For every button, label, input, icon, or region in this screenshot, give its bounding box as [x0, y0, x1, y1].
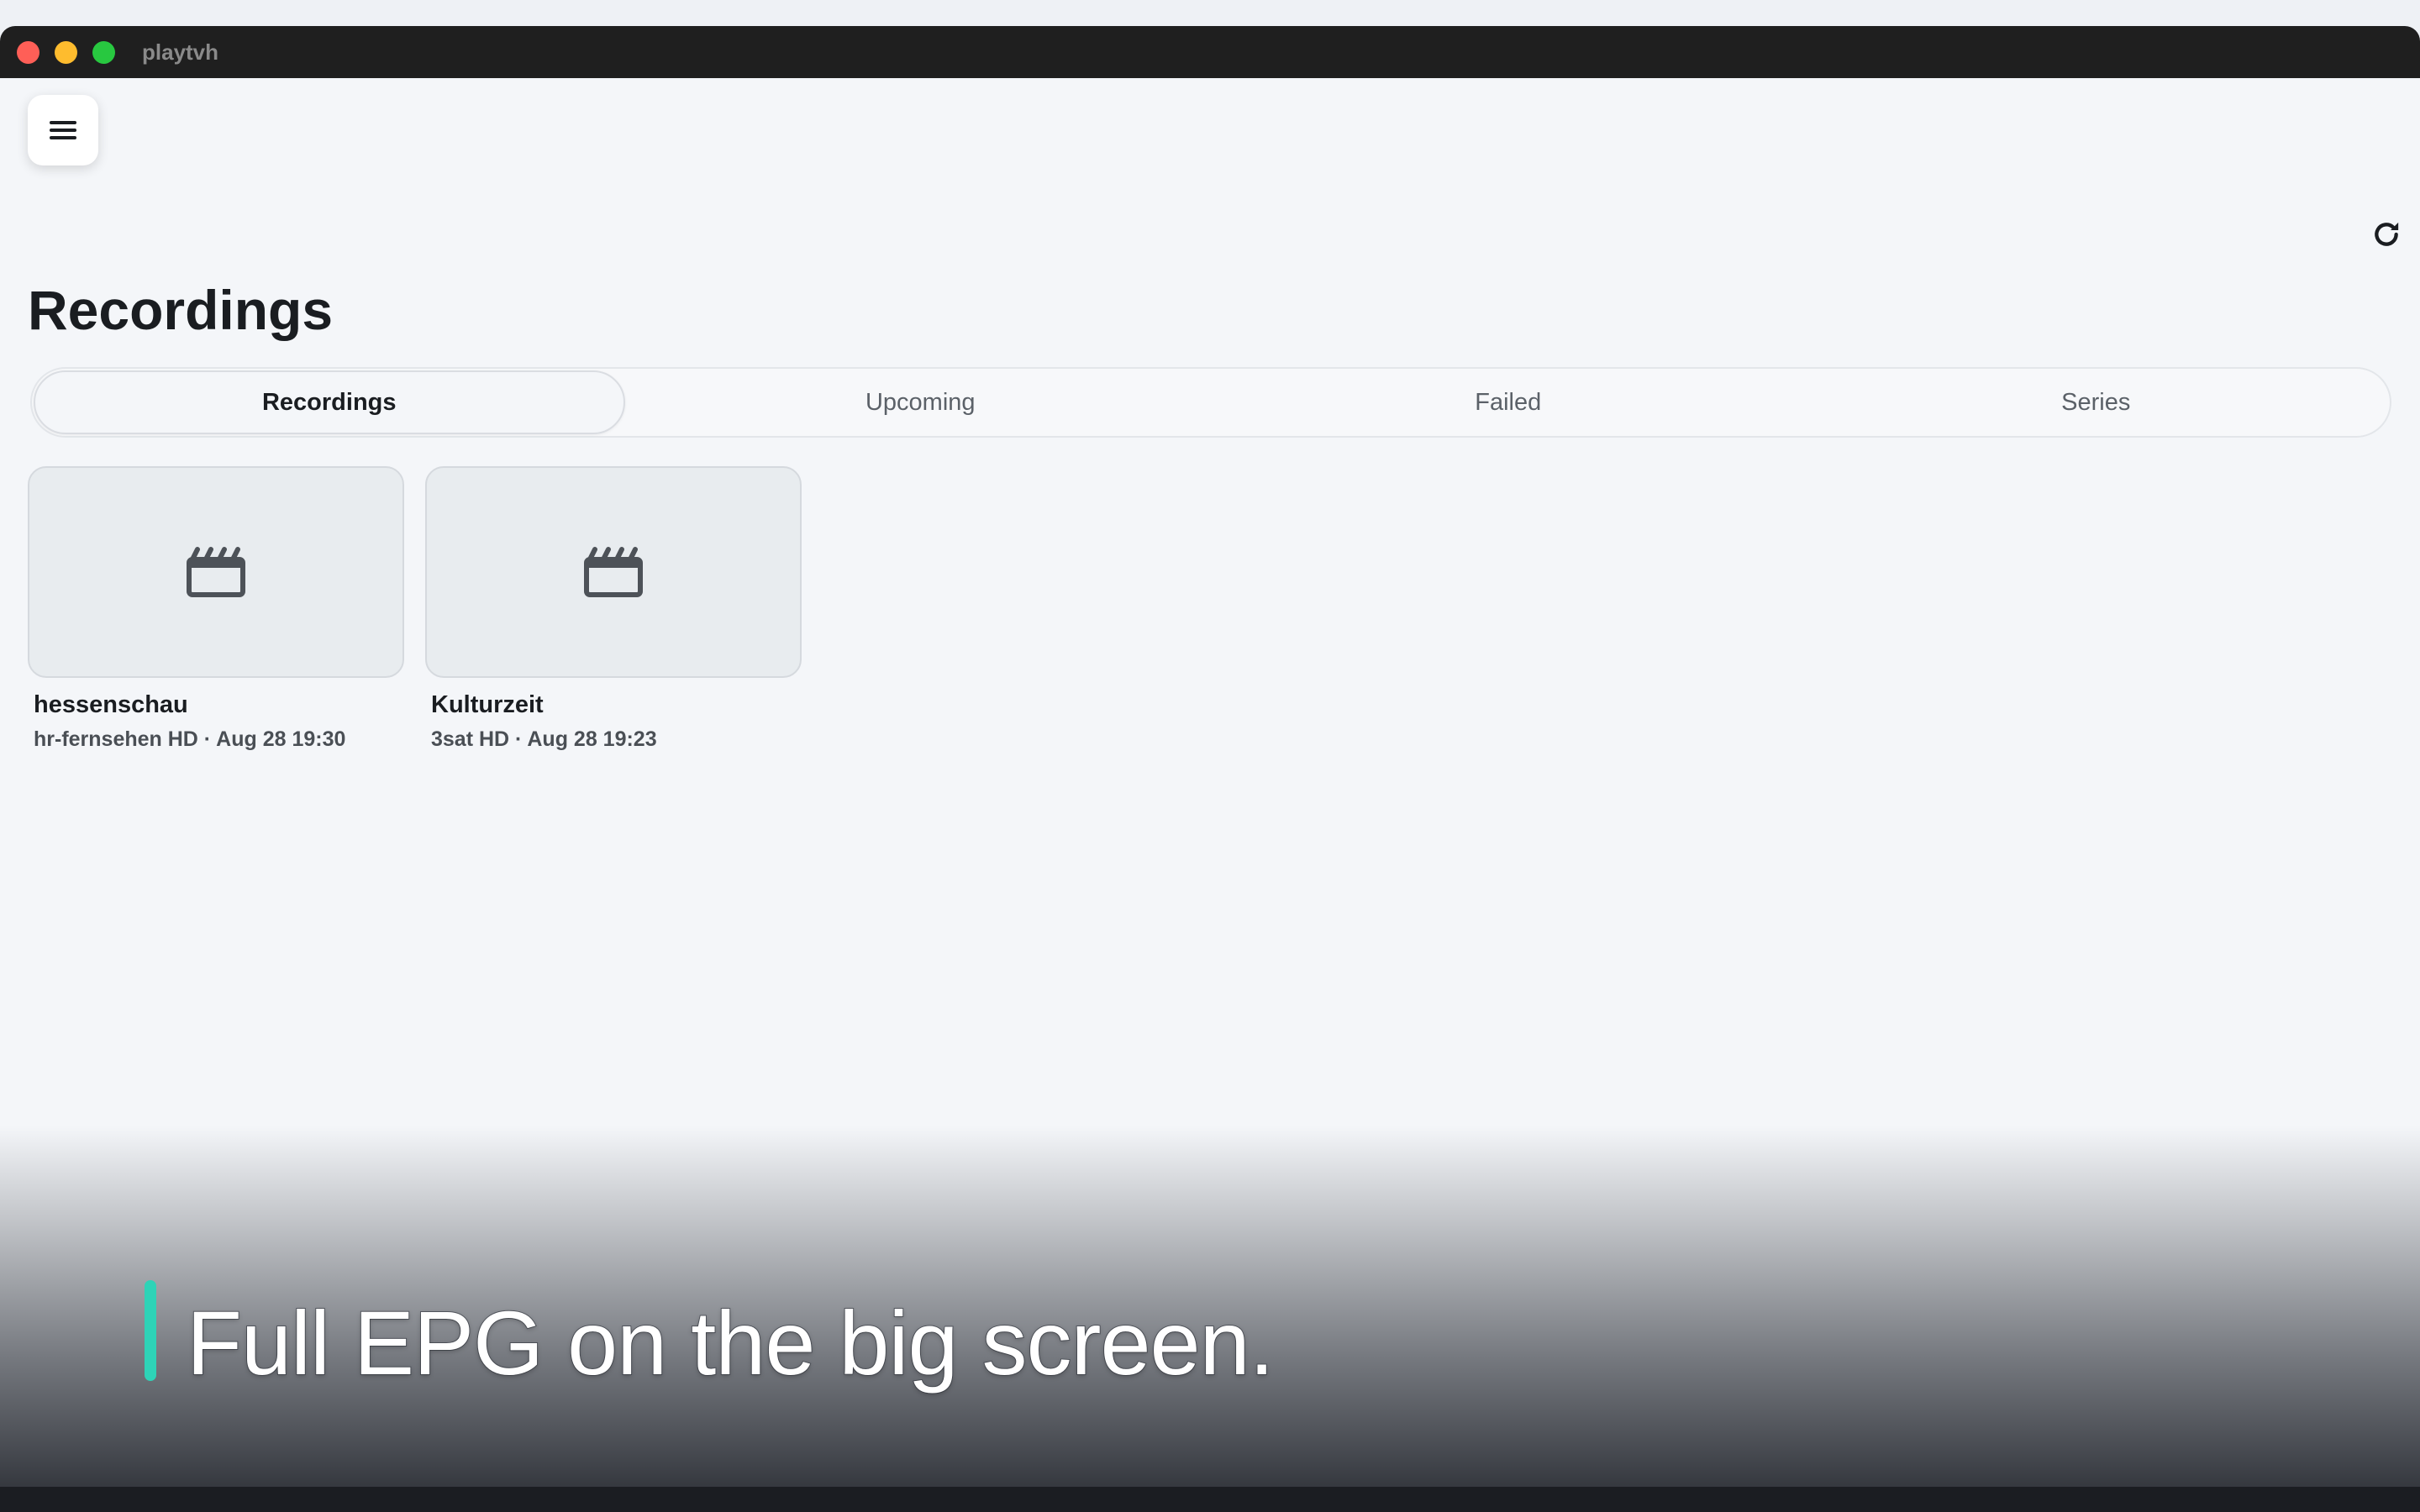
app-title: playtvh	[142, 39, 219, 65]
clapperboard-icon	[187, 547, 245, 597]
tab-failed[interactable]: Failed	[1214, 369, 1802, 436]
caption-text: Full EPG on the big screen.	[186, 1291, 1276, 1394]
tab-bar: Recordings Upcoming Failed Series	[30, 367, 2391, 438]
tab-recordings[interactable]: Recordings	[34, 370, 625, 434]
title-bar: playtvh	[0, 26, 2420, 78]
tab-upcoming[interactable]: Upcoming	[627, 369, 1215, 436]
caption-accent-bar	[145, 1280, 156, 1381]
hamburger-menu-icon	[50, 121, 76, 139]
recording-card[interactable]: Kulturzeit 3sat HD · Aug 28 19:23	[425, 466, 802, 752]
recording-meta: hr-fernsehen HD · Aug 28 19:30	[34, 727, 346, 751]
recording-card[interactable]: hessenschau hr-fernsehen HD · Aug 28 19:…	[28, 466, 404, 752]
recording-thumbnail[interactable]	[28, 466, 404, 678]
maximize-window-button[interactable]	[92, 40, 115, 64]
recording-title: hessenschau	[34, 691, 188, 718]
minimize-window-button[interactable]	[55, 40, 77, 64]
window-controls	[17, 40, 115, 64]
recording-meta: 3sat HD · Aug 28 19:23	[431, 727, 657, 751]
menu-button[interactable]	[28, 95, 98, 165]
bottom-edge	[0, 1487, 2420, 1512]
recording-thumbnail[interactable]	[425, 466, 802, 678]
tab-series[interactable]: Series	[1802, 369, 2391, 436]
close-window-button[interactable]	[17, 40, 39, 64]
refresh-button[interactable]	[2368, 216, 2405, 253]
clapperboard-icon	[584, 547, 643, 597]
recording-title: Kulturzeit	[431, 691, 544, 718]
refresh-icon	[2375, 222, 2399, 246]
page-title: Recordings	[28, 279, 334, 341]
